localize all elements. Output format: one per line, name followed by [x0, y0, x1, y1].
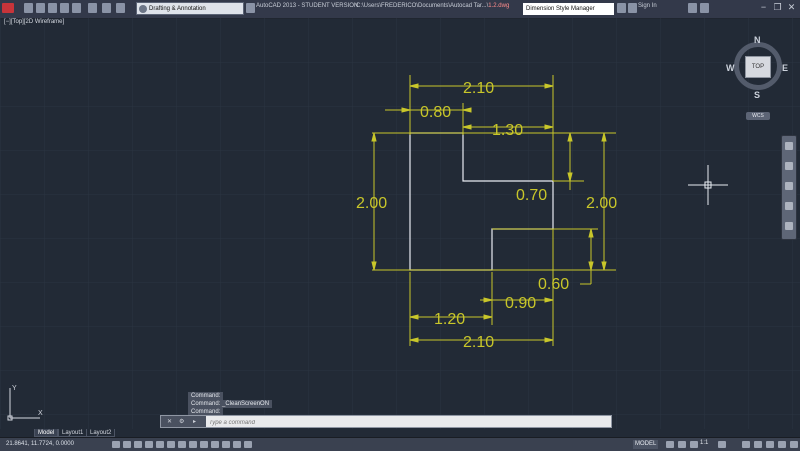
undo-icon[interactable] — [102, 3, 111, 13]
lineweight-icon[interactable] — [211, 441, 219, 448]
pan-icon[interactable] — [785, 162, 793, 170]
snap-icon[interactable] — [112, 441, 120, 448]
close-command-icon[interactable]: ✕ — [167, 418, 172, 425]
user-icon[interactable] — [628, 3, 637, 13]
file-name: 1.2.dwg — [488, 3, 510, 9]
wcs-menu[interactable]: WCS — [746, 112, 770, 120]
transparency-icon[interactable] — [222, 441, 230, 448]
close-button[interactable]: ✕ — [786, 1, 797, 13]
model-space-button[interactable]: MODEL — [633, 440, 659, 449]
sign-in-link[interactable]: Sign In — [638, 3, 657, 9]
command-history-line: Command: — [188, 392, 224, 400]
ducs-icon[interactable] — [189, 441, 197, 448]
dim-text-bottom-mid[interactable]: 0.90 — [505, 295, 536, 312]
quick-view-drawings-icon[interactable] — [678, 441, 686, 448]
file-path: C:\Users\FREDERICO\Documents\Autocad Tar… — [356, 3, 509, 9]
navigation-bar — [781, 135, 797, 240]
dim-text-bottom-total[interactable]: 2.10 — [463, 334, 494, 351]
viewcube[interactable]: TOP N S E W — [726, 35, 790, 100]
dim-text-top-right[interactable]: 1.30 — [492, 122, 523, 139]
quick-view-layouts-icon[interactable] — [666, 441, 674, 448]
annotation-scale[interactable]: 1:1 — [700, 440, 708, 446]
3d-osnap-icon[interactable] — [167, 441, 175, 448]
viewport-controls[interactable]: [−][Top][2D Wireframe] — [4, 19, 64, 25]
title-bar: Drafting & Annotation AutoCAD 2013 - STU… — [0, 0, 800, 19]
redo-icon[interactable] — [116, 3, 125, 13]
otrack-icon[interactable] — [178, 441, 186, 448]
customize-icon[interactable]: ⚙ — [179, 418, 184, 425]
dim-text-left-height[interactable]: 2.00 — [356, 195, 387, 212]
tab-model[interactable]: Model — [34, 429, 59, 437]
zoom-icon[interactable] — [785, 182, 793, 190]
steering-wheel-icon[interactable] — [785, 142, 793, 150]
dim-text-bottom-left[interactable]: 1.20 — [434, 311, 465, 328]
quick-properties-icon[interactable] — [233, 441, 241, 448]
orbit-icon[interactable] — [785, 202, 793, 210]
workspace-dropdown-icon[interactable] — [246, 3, 255, 13]
compass-north[interactable]: N — [754, 35, 761, 45]
command-history: Command: Command: _CleanScreenON Command… — [188, 392, 273, 416]
open-file-icon[interactable] — [36, 3, 45, 13]
viewcube-top-face[interactable]: TOP — [745, 56, 771, 78]
workspace-select[interactable]: Drafting & Annotation — [136, 2, 244, 15]
new-file-icon[interactable] — [24, 3, 33, 13]
help-icon[interactable] — [700, 3, 709, 13]
command-line[interactable]: ✕ ⚙ ▸ — [160, 415, 612, 428]
grid — [0, 18, 800, 429]
showmotion-icon[interactable] — [785, 222, 793, 230]
restore-button[interactable]: ❐ — [772, 1, 783, 13]
clean-screen-icon[interactable] — [790, 441, 798, 448]
selection-cycling-icon[interactable] — [244, 441, 252, 448]
dim-text-top-total[interactable]: 2.10 — [463, 80, 494, 97]
dyn-icon[interactable] — [200, 441, 208, 448]
annotation-scale-icon[interactable] — [690, 441, 698, 448]
dim-text-step-upper[interactable]: 0.70 — [516, 187, 547, 204]
grid-icon[interactable] — [123, 441, 131, 448]
print-icon[interactable] — [88, 3, 97, 13]
file-path-text: C:\Users\FREDERICO\Documents\Autocad Tar… — [356, 3, 489, 9]
app-title: AutoCAD 2013 - STUDENT VERSION — [256, 3, 359, 9]
workspace-switch-icon[interactable] — [742, 441, 750, 448]
tab-layout2[interactable]: Layout2 — [86, 429, 116, 437]
command-input[interactable] — [209, 418, 589, 427]
hardware-acceleration-icon[interactable] — [766, 441, 774, 448]
lock-icon[interactable] — [754, 441, 762, 448]
compass-west[interactable]: W — [726, 63, 735, 73]
polar-icon[interactable] — [145, 441, 153, 448]
dim-text-step-lower[interactable]: 0.60 — [538, 276, 569, 293]
ortho-icon[interactable] — [134, 441, 142, 448]
gear-icon — [139, 5, 147, 13]
compass-south[interactable]: S — [754, 90, 760, 100]
command-history-line: Command: _CleanScreenON — [188, 400, 273, 408]
svg-text:Y: Y — [12, 385, 17, 392]
layout-tabs: Model Layout1 Layout2 — [0, 429, 800, 437]
drawing-canvas[interactable]: 2.10 0.80 1.30 2.00 0.70 2.00 0.60 0.90 … — [0, 18, 800, 429]
search-icon[interactable] — [617, 3, 626, 13]
save-icon[interactable] — [48, 3, 57, 13]
minimize-button[interactable]: − — [758, 1, 769, 13]
osnap-icon[interactable] — [156, 441, 164, 448]
coordinate-readout[interactable]: 21.8641, 11.7724, 0.0000 — [6, 441, 74, 447]
dim-text-right-height[interactable]: 2.00 — [586, 195, 617, 212]
tab-layout1[interactable]: Layout1 — [58, 429, 88, 437]
workspace-label: Drafting & Annotation — [149, 6, 206, 12]
recent-commands-icon[interactable]: ▸ — [193, 418, 196, 425]
dim-text-top-left[interactable]: 0.80 — [420, 104, 451, 121]
save-as-icon[interactable] — [60, 3, 69, 13]
isolate-objects-icon[interactable] — [778, 441, 786, 448]
annotation-visibility-icon[interactable] — [718, 441, 726, 448]
command-line-tools: ✕ ⚙ ▸ — [161, 416, 206, 427]
status-bar: 21.8641, 11.7724, 0.0000 MODEL 1:1 — [0, 437, 800, 451]
svg-text:X: X — [38, 410, 43, 417]
cloud-icon[interactable] — [72, 3, 81, 13]
help-search-input[interactable] — [523, 3, 614, 15]
compass-east[interactable]: E — [782, 63, 788, 73]
app-menu-icon[interactable] — [2, 3, 14, 13]
exchange-icon[interactable] — [688, 3, 697, 13]
